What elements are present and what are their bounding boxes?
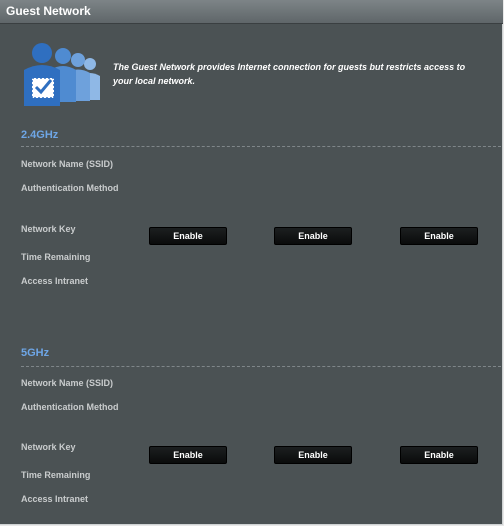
enable-button-2-4ghz-1[interactable]: Enable xyxy=(149,227,227,245)
guest-network-panel: Guest Network The Guest Network provides… xyxy=(0,0,503,525)
enable-button-2-4ghz-2[interactable]: Enable xyxy=(274,227,352,245)
band-title-5ghz: 5GHz xyxy=(21,347,50,359)
band-title-2-4ghz: 2.4GHz xyxy=(21,129,59,141)
guest-users-icon xyxy=(24,43,100,106)
label-network-key: Network Key xyxy=(21,442,76,452)
section-divider xyxy=(21,366,501,367)
panel-header: Guest Network xyxy=(0,0,503,24)
enable-button-5ghz-2[interactable]: Enable xyxy=(274,446,352,464)
label-authentication-method: Authentication Method xyxy=(21,402,119,412)
label-access-intranet: Access Intranet xyxy=(21,494,89,504)
label-access-intranet: Access Intranet xyxy=(21,276,89,286)
label-authentication-method: Authentication Method xyxy=(21,183,119,193)
panel-title: Guest Network xyxy=(6,4,91,18)
label-network-name: Network Name (SSID) xyxy=(21,159,114,169)
label-network-key: Network Key xyxy=(21,224,76,234)
enable-button-2-4ghz-3[interactable]: Enable xyxy=(400,227,478,245)
section-divider xyxy=(21,146,501,147)
label-network-name: Network Name (SSID) xyxy=(21,378,114,388)
label-time-remaining: Time Remaining xyxy=(21,470,91,480)
guest-network-description: The Guest Network provides Internet conn… xyxy=(113,62,466,86)
enable-button-5ghz-3[interactable]: Enable xyxy=(400,446,478,464)
enable-button-5ghz-1[interactable]: Enable xyxy=(149,446,227,464)
label-time-remaining: Time Remaining xyxy=(21,252,91,262)
